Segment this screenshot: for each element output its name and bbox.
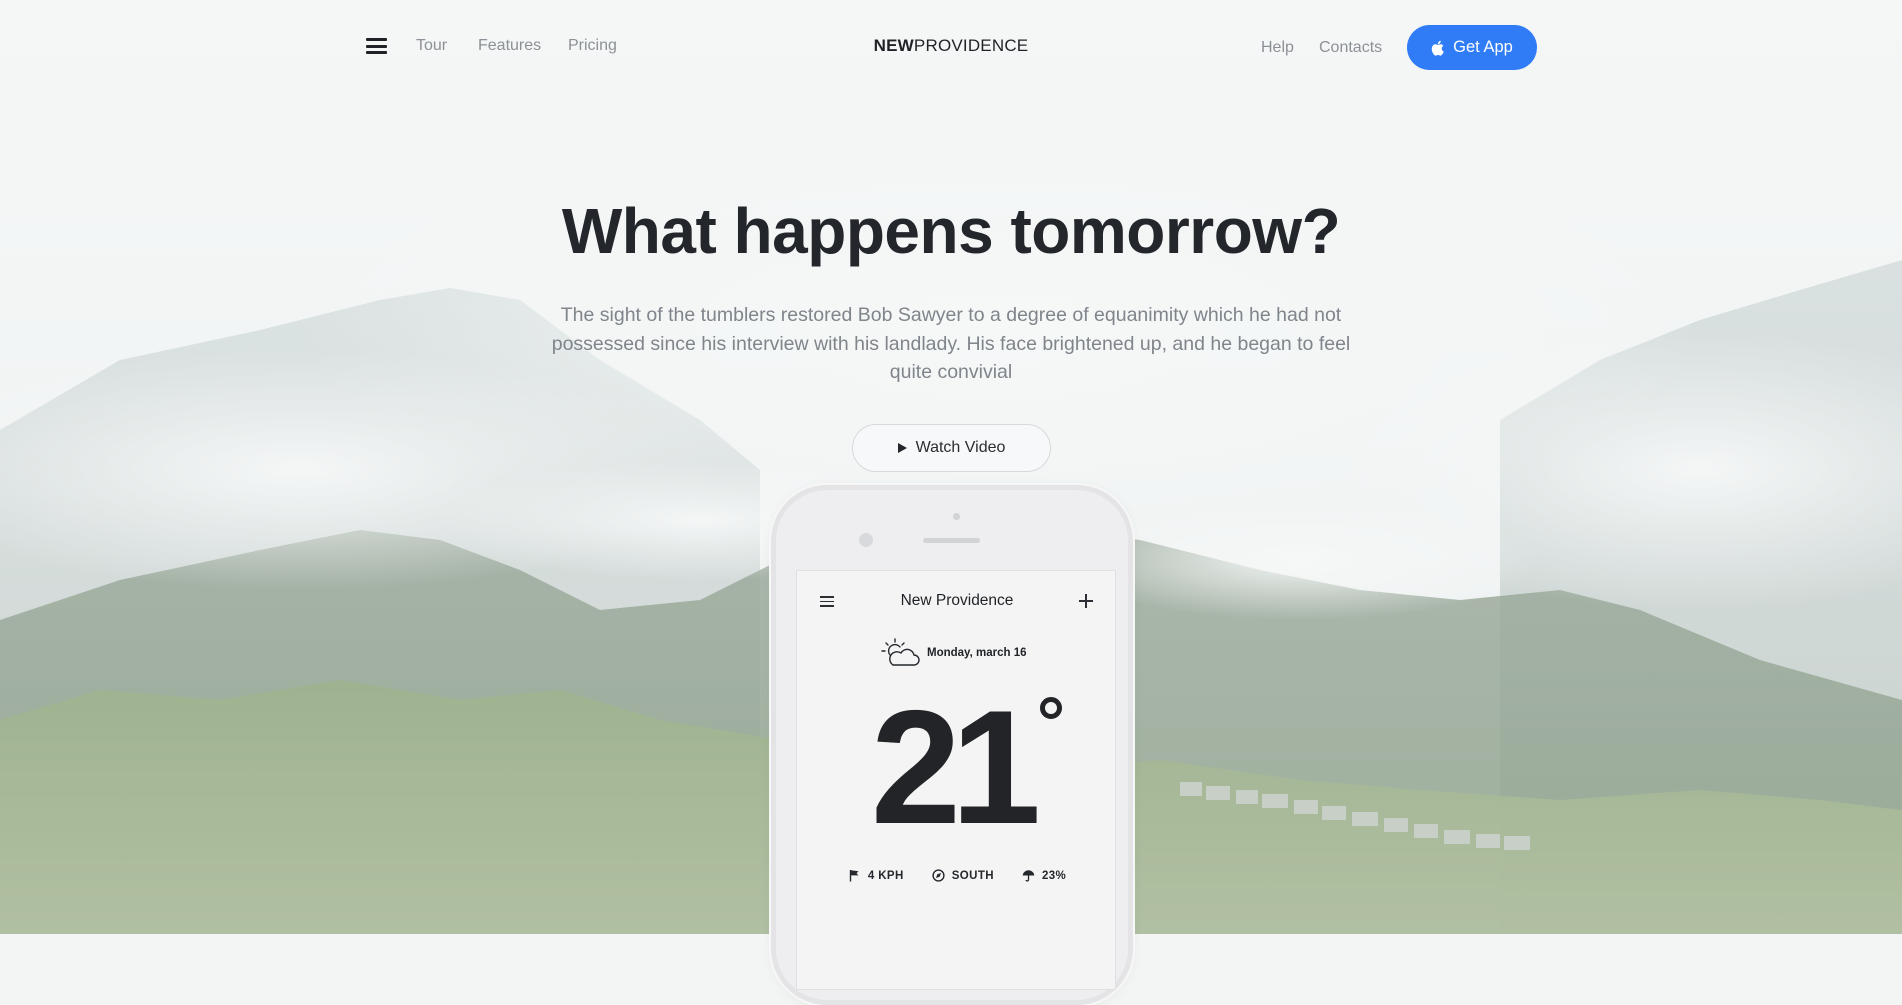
nav-link-features[interactable]: Features [478, 37, 541, 55]
nav-link-pricing[interactable]: Pricing [568, 37, 617, 55]
wind-direction-value: SOUTH [951, 869, 994, 882]
brand-logo-bold: NEW [873, 36, 914, 55]
hero-headline: What happens tomorrow? [561, 195, 1341, 267]
wind-direction-stat: SOUTH [932, 869, 994, 882]
hero-subtext: The sight of the tumblers restored Bob S… [551, 304, 1351, 383]
play-icon [897, 443, 907, 453]
date-row: Monday, march 16 [881, 638, 1027, 668]
temperature-number: 21 [870, 677, 1041, 858]
precipitation-stat: 23% [1022, 869, 1066, 882]
app-city-title: New Providence [900, 592, 1014, 609]
temperature-value: 21 [797, 687, 1117, 849]
phone-sensor [953, 513, 960, 520]
partly-cloudy-icon [881, 638, 920, 666]
phone-mockup: New Providence Monday, march 16 21 4 KPH [771, 485, 1133, 1005]
get-app-button[interactable]: Get App [1407, 25, 1537, 70]
nav-link-contacts[interactable]: Contacts [1319, 39, 1382, 57]
nav-link-tour[interactable]: Tour [416, 37, 447, 55]
brand-logo[interactable]: NEWPROVIDENCE [838, 36, 1064, 56]
apple-icon [1431, 40, 1444, 56]
weather-stats: 4 KPH SOUTH 23% [797, 869, 1117, 882]
brand-logo-light: PROVIDENCE [913, 36, 1029, 55]
watch-video-label: Watch Video [915, 439, 1006, 456]
top-navigation: Tour Features Pricing NEWPROVIDENCE Help… [0, 0, 1902, 96]
phone-speaker [923, 538, 980, 543]
nav-link-help[interactable]: Help [1261, 39, 1294, 57]
watch-video-button[interactable]: Watch Video [852, 424, 1051, 472]
flag-icon [849, 870, 859, 882]
degree-icon [1040, 697, 1062, 719]
compass-icon [932, 869, 945, 882]
phone-camera [859, 533, 873, 547]
menu-icon[interactable] [366, 38, 387, 54]
date-label: Monday, march 16 [927, 647, 1027, 659]
umbrella-icon [1022, 870, 1035, 882]
weather-app-screen: New Providence Monday, march 16 21 4 KPH [796, 570, 1116, 990]
wind-speed-stat: 4 KPH [848, 869, 904, 882]
get-app-label: Get App [1453, 38, 1513, 56]
precipitation-value: 23% [1041, 869, 1067, 882]
plus-icon[interactable] [1079, 594, 1093, 608]
wind-speed-value: 4 KPH [867, 869, 904, 882]
